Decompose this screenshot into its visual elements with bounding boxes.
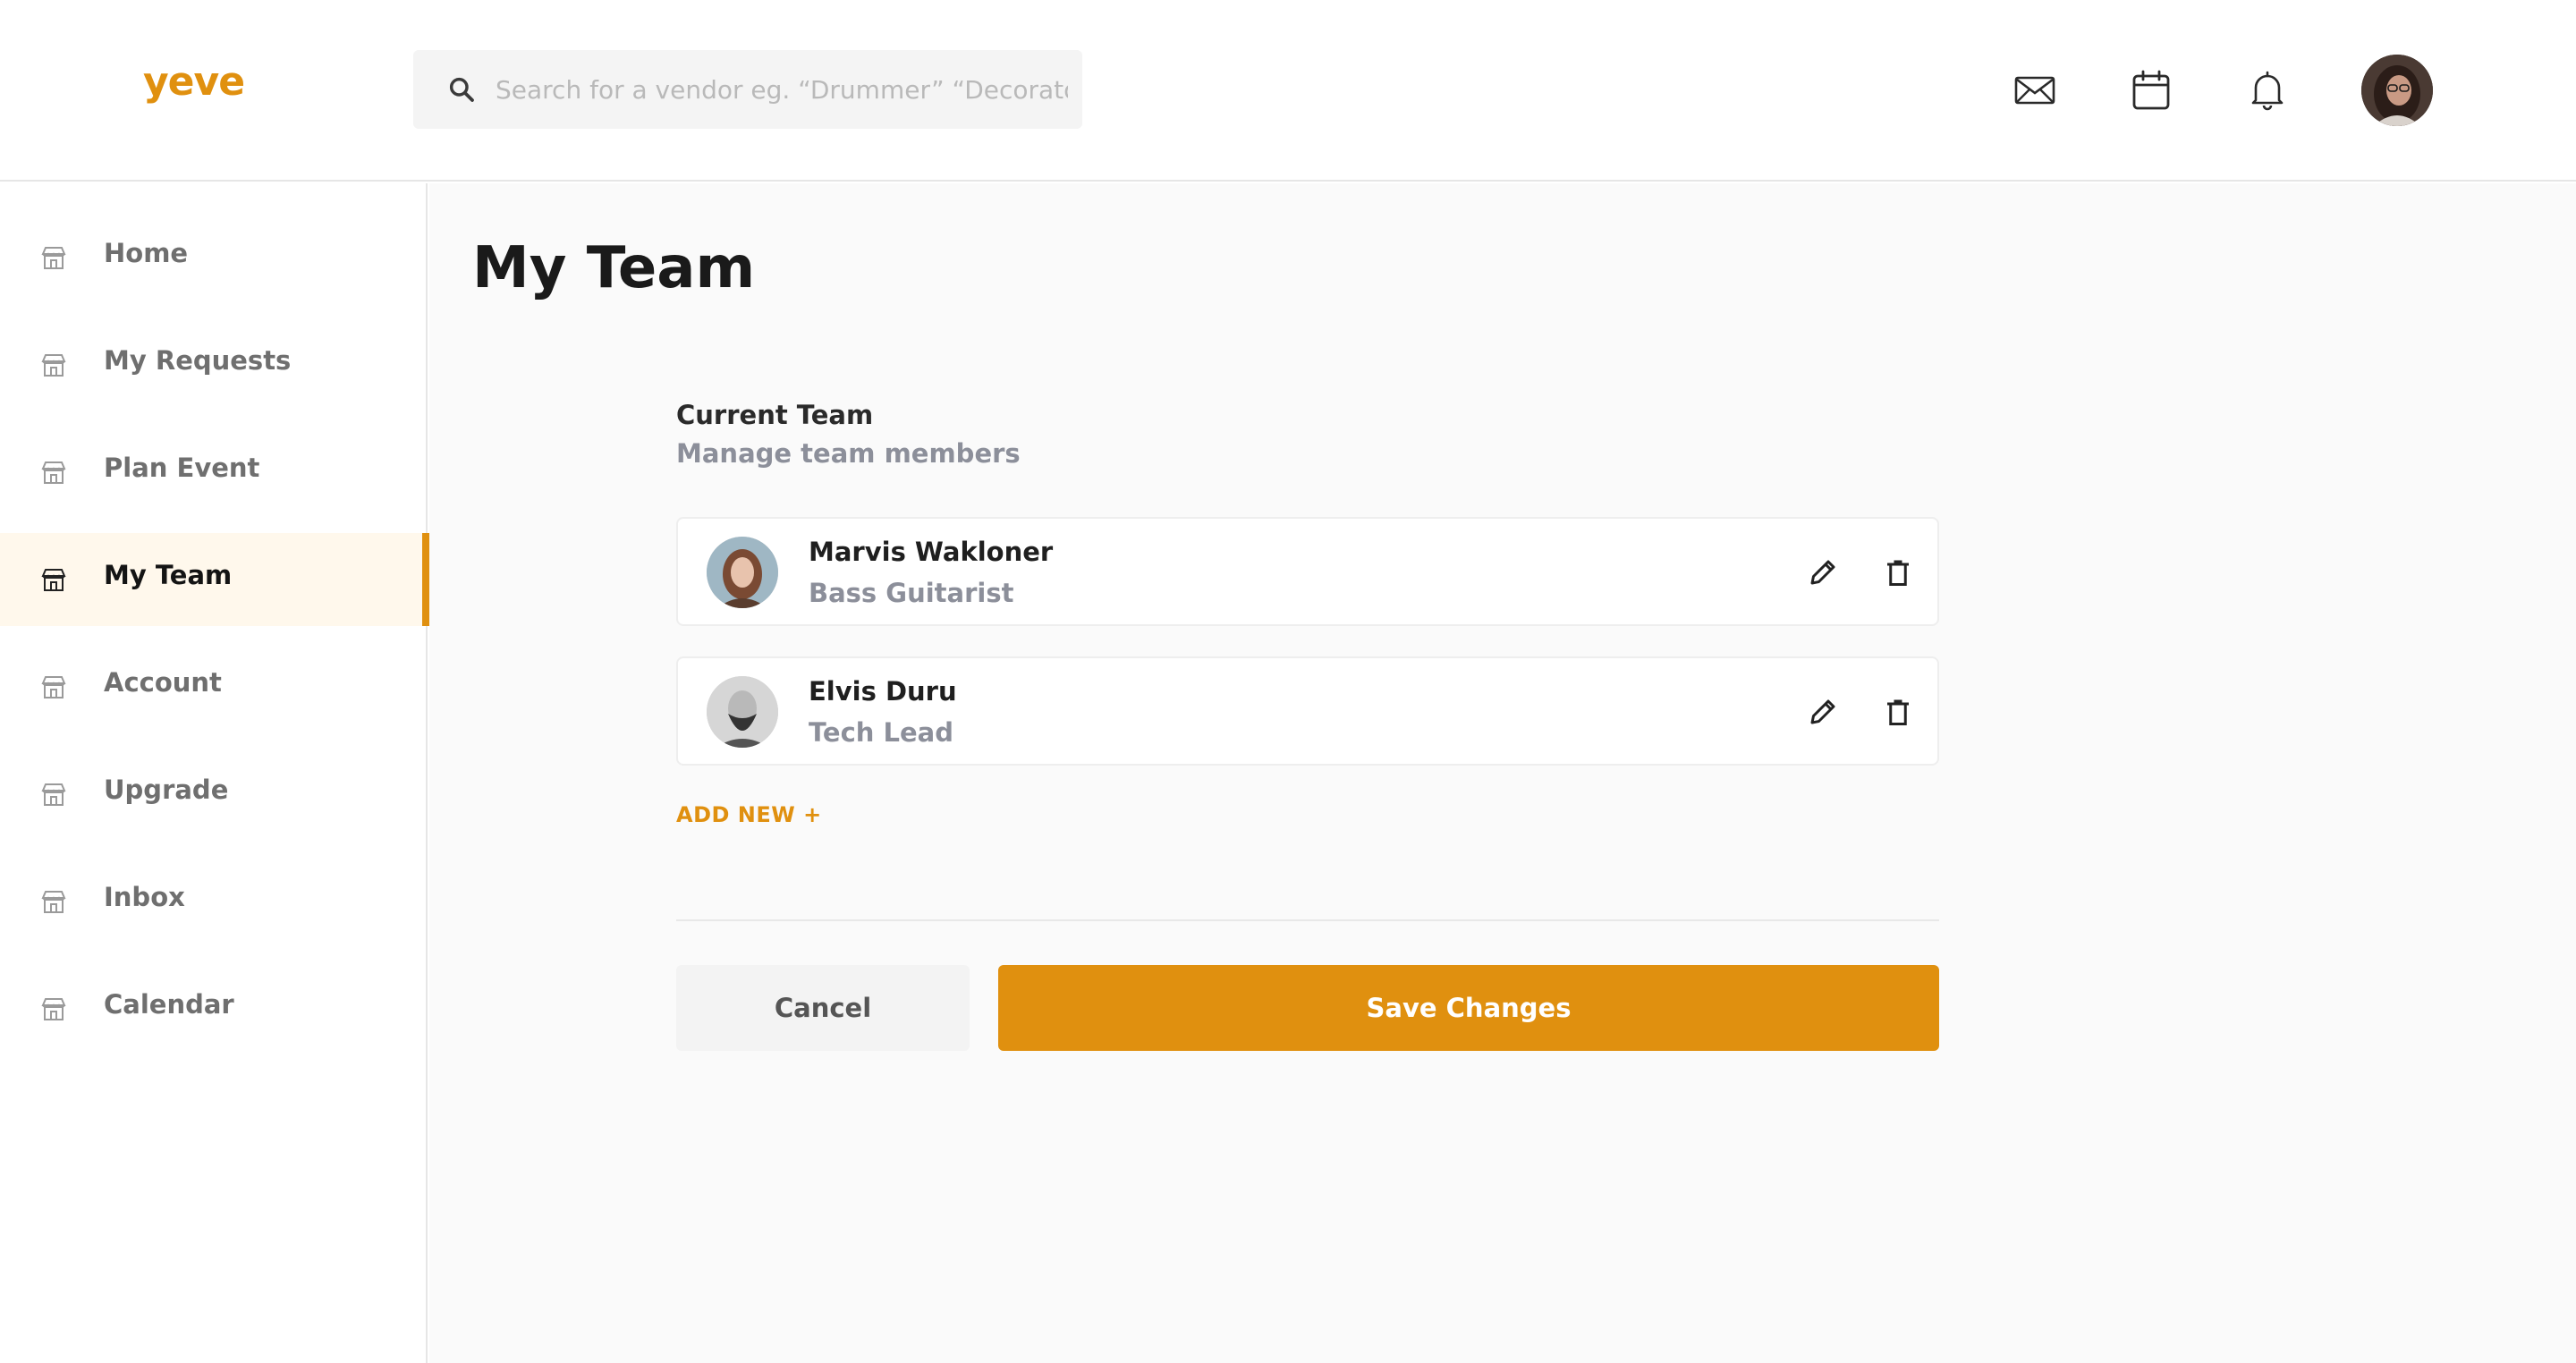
- edit-icon[interactable]: [1807, 696, 1839, 728]
- member-role: Bass Guitarist: [809, 578, 1014, 608]
- sidebar-item-label: Home: [104, 238, 189, 268]
- sidebar-item-home[interactable]: Home: [0, 211, 428, 304]
- sidebar-item-inbox[interactable]: Inbox: [0, 855, 428, 948]
- sidebar-item-my-team[interactable]: My Team: [0, 533, 429, 626]
- sidebar-item-upgrade[interactable]: Upgrade: [0, 748, 428, 841]
- app-logo[interactable]: yeve: [143, 59, 245, 105]
- storefront-icon: [41, 998, 66, 1020]
- storefront-icon: [41, 676, 66, 698]
- bell-icon[interactable]: [2245, 68, 2290, 113]
- top-bar: yeve: [0, 0, 2576, 182]
- avatar: [707, 676, 778, 748]
- trash-icon[interactable]: [1882, 556, 1914, 588]
- search-input[interactable]: [496, 50, 1068, 129]
- storefront-icon: [41, 569, 66, 591]
- save-changes-button[interactable]: Save Changes: [998, 965, 1939, 1051]
- avatar: [707, 537, 778, 608]
- sidebar-item-label: Calendar: [104, 989, 234, 1020]
- team-member-card: Elvis Duru Tech Lead: [676, 656, 1939, 766]
- divider: [676, 919, 1939, 921]
- sidebar-item-label: Plan Event: [104, 453, 260, 483]
- sidebar-item-account[interactable]: Account: [0, 640, 428, 733]
- storefront-icon: [41, 783, 66, 806]
- mail-icon[interactable]: [2012, 68, 2057, 113]
- user-avatar[interactable]: [2361, 55, 2433, 126]
- active-indicator: [422, 533, 429, 626]
- storefront-icon: [41, 891, 66, 913]
- page-title: My Team: [472, 235, 756, 301]
- sidebar-item-label: Inbox: [104, 882, 185, 912]
- sidebar-item-plan-event[interactable]: Plan Event: [0, 426, 428, 519]
- trash-icon[interactable]: [1882, 696, 1914, 728]
- storefront-icon: [41, 247, 66, 269]
- sidebar: Home My Requests Plan Event My Team Acco…: [0, 183, 429, 1363]
- sidebar-item-label: Upgrade: [104, 775, 229, 805]
- section-title: Current Team: [676, 400, 874, 430]
- member-role: Tech Lead: [809, 717, 954, 748]
- section-subtitle: Manage team members: [676, 438, 1021, 469]
- sidebar-item-label: My Team: [104, 560, 233, 590]
- sidebar-item-label: My Requests: [104, 345, 292, 376]
- team-member-card: Marvis Wakloner Bass Guitarist: [676, 517, 1939, 626]
- search-icon: [449, 77, 474, 102]
- sidebar-item-my-requests[interactable]: My Requests: [0, 318, 428, 411]
- main-content: My Team Current Team Manage team members…: [429, 183, 2576, 1363]
- sidebar-item-calendar[interactable]: Calendar: [0, 962, 428, 1055]
- member-name: Marvis Wakloner: [809, 537, 1054, 567]
- sidebar-item-label: Account: [104, 667, 222, 698]
- cancel-button[interactable]: Cancel: [676, 965, 970, 1051]
- storefront-icon: [41, 461, 66, 484]
- add-new-member-link[interactable]: ADD NEW +: [676, 802, 822, 827]
- calendar-icon[interactable]: [2129, 68, 2174, 113]
- edit-icon[interactable]: [1807, 556, 1839, 588]
- member-name: Elvis Duru: [809, 676, 957, 707]
- storefront-icon: [41, 354, 66, 377]
- search-bar[interactable]: [413, 50, 1082, 129]
